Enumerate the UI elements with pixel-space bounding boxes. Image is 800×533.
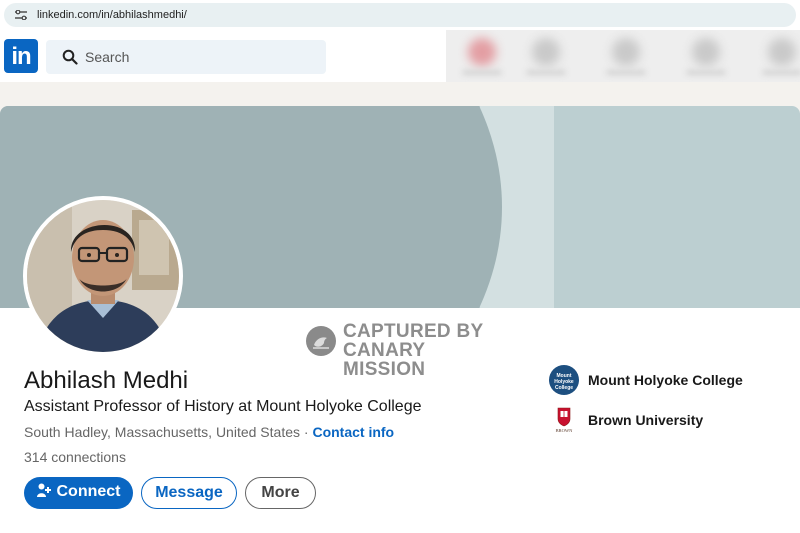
site-settings-icon[interactable] [14,10,28,20]
watermark: CAPTURED BY CANARY MISSION [306,322,506,379]
blurred-nav-label [686,70,726,75]
mount-holyoke-logo: Mount Holyoke College [549,365,579,395]
url-text[interactable]: linkedin.com/in/abhilashmedhi/ [37,8,187,22]
blurred-nav-icon [612,38,640,66]
location-separator: · [300,424,313,440]
more-button[interactable]: More [245,477,316,509]
page-background [0,82,800,106]
search-icon [62,49,78,65]
blurred-nav-label [462,70,502,75]
watermark-text: CAPTURED BY CANARY MISSION [343,322,506,379]
connect-button[interactable]: Connect [24,477,133,509]
connections-count[interactable]: 314 connections [24,448,126,466]
blurred-nav-icon [692,38,720,66]
profile-location: South Hadley, Massachusetts, United Stat… [24,424,300,440]
profile-photo[interactable] [23,196,183,356]
blurred-nav-items [446,30,800,82]
mount-holyoke-logo-text: Mount Holyoke College [554,373,574,391]
contact-info-link[interactable]: Contact info [312,424,394,440]
profile-card: CAPTURED BY CANARY MISSION Abhilash Medh… [0,106,800,533]
connect-label: Connect [56,483,121,500]
org-name: Brown University [588,412,704,428]
linkedin-logo[interactable]: in [4,39,38,73]
search-input[interactable]: Search [46,40,326,74]
blurred-nav-label [606,70,646,75]
blurred-nav-icon [468,38,496,66]
add-person-icon [36,483,51,497]
brown-university-logo: BROWN [549,405,579,435]
profile-headline: Assistant Professor of History at Mount … [24,398,422,415]
blurred-nav-icon [768,38,796,66]
canary-mission-icon [306,326,336,356]
profile-location-line: South Hadley, Massachusetts, United Stat… [24,423,394,441]
message-button[interactable]: Message [141,477,237,509]
browser-url-bar: linkedin.com/in/abhilashmedhi/ [0,0,800,30]
blurred-nav-icon [532,38,560,66]
brown-logo-text: BROWN [556,428,574,433]
watermark-line-1: CAPTURED BY [343,321,484,342]
org-name: Mount Holyoke College [588,372,743,388]
search-placeholder: Search [85,49,130,65]
top-navbar: in Search [0,30,800,82]
watermark-line-2: CANARY MISSION [343,340,426,380]
blurred-nav-label [526,70,566,75]
profile-name: Abhilash Medhi [24,367,189,394]
address-field[interactable]: linkedin.com/in/abhilashmedhi/ [4,3,796,27]
blurred-nav-label [762,70,800,75]
avatar [27,200,179,352]
